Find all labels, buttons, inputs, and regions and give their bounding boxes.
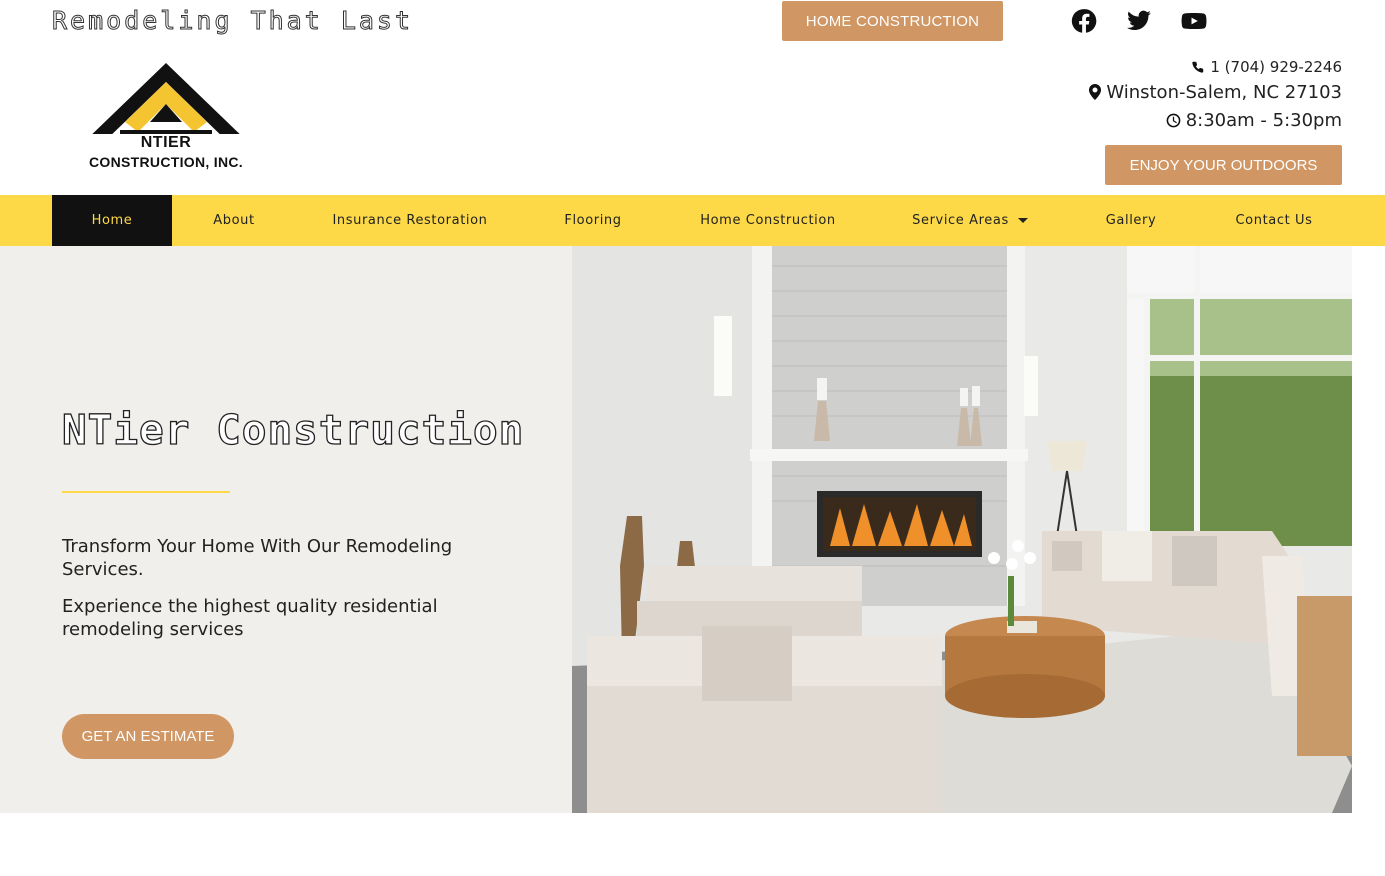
living-room-image [572, 246, 1352, 813]
facebook-icon[interactable] [1070, 7, 1098, 35]
logo-subname: CONSTRUCTION, INC. [89, 154, 243, 170]
nav-item-gallery[interactable]: Gallery [1066, 195, 1196, 246]
hero-divider [62, 491, 230, 493]
phone-icon [1192, 61, 1204, 73]
clock-icon [1166, 113, 1181, 127]
service-areas-label: Service Areas [912, 213, 1009, 228]
hours-row: 8:30am - 5:30pm [1089, 106, 1342, 134]
chevron-down-icon [1017, 218, 1028, 223]
company-logo[interactable]: NTIER CONSTRUCTION, INC. [70, 60, 270, 175]
top-bar: Remodeling That Last HOME CONSTRUCTION [0, 0, 1385, 50]
nav-item-insurance-restoration[interactable]: Insurance Restoration [296, 195, 524, 246]
phone-row[interactable]: 1 (704) 929-2246 [1089, 56, 1342, 78]
phone-number[interactable]: 1 (704) 929-2246 [1210, 58, 1342, 76]
hero-section: NTier Construction Transform Your Home W… [0, 246, 1385, 813]
nav-item-service-areas[interactable]: Service Areas [874, 195, 1066, 246]
nav-item-home-construction[interactable]: Home Construction [662, 195, 874, 246]
enjoy-outdoors-button[interactable]: ENJOY YOUR OUTDOORS [1105, 145, 1342, 185]
tagline: Remodeling That Last [51, 6, 414, 36]
twitter-icon[interactable] [1125, 7, 1153, 35]
hero-text-panel: NTier Construction Transform Your Home W… [0, 246, 572, 813]
map-pin-icon [1089, 84, 1102, 100]
get-estimate-button[interactable]: GET AN ESTIMATE [62, 714, 234, 759]
living-room-illustration [572, 246, 1352, 813]
youtube-icon[interactable] [1180, 7, 1208, 35]
nav-item-contact-us[interactable]: Contact Us [1196, 195, 1352, 246]
hours-text: 8:30am - 5:30pm [1185, 109, 1342, 131]
nav-item-home[interactable]: Home [52, 195, 172, 246]
home-construction-button[interactable]: HOME CONSTRUCTION [782, 1, 1003, 41]
nav-item-flooring[interactable]: Flooring [524, 195, 662, 246]
hero-paragraph-1: Transform Your Home With Our Remodeling … [62, 536, 453, 580]
hero-title: NTier Construction [61, 405, 525, 454]
logo-name: NTIER [140, 134, 192, 151]
address-row: Winston-Salem, NC 27103 [1089, 78, 1342, 106]
hero-paragraph-2: Experience the highest quality residenti… [62, 596, 438, 640]
address-text: Winston-Salem, NC 27103 [1106, 81, 1342, 103]
main-navigation: Home About Insurance Restoration Floorin… [0, 195, 1385, 246]
contact-info: 1 (704) 929-2246 Winston-Salem, NC 27103… [1089, 56, 1342, 134]
nav-item-about[interactable]: About [172, 195, 296, 246]
roof-logo-icon [82, 63, 250, 144]
